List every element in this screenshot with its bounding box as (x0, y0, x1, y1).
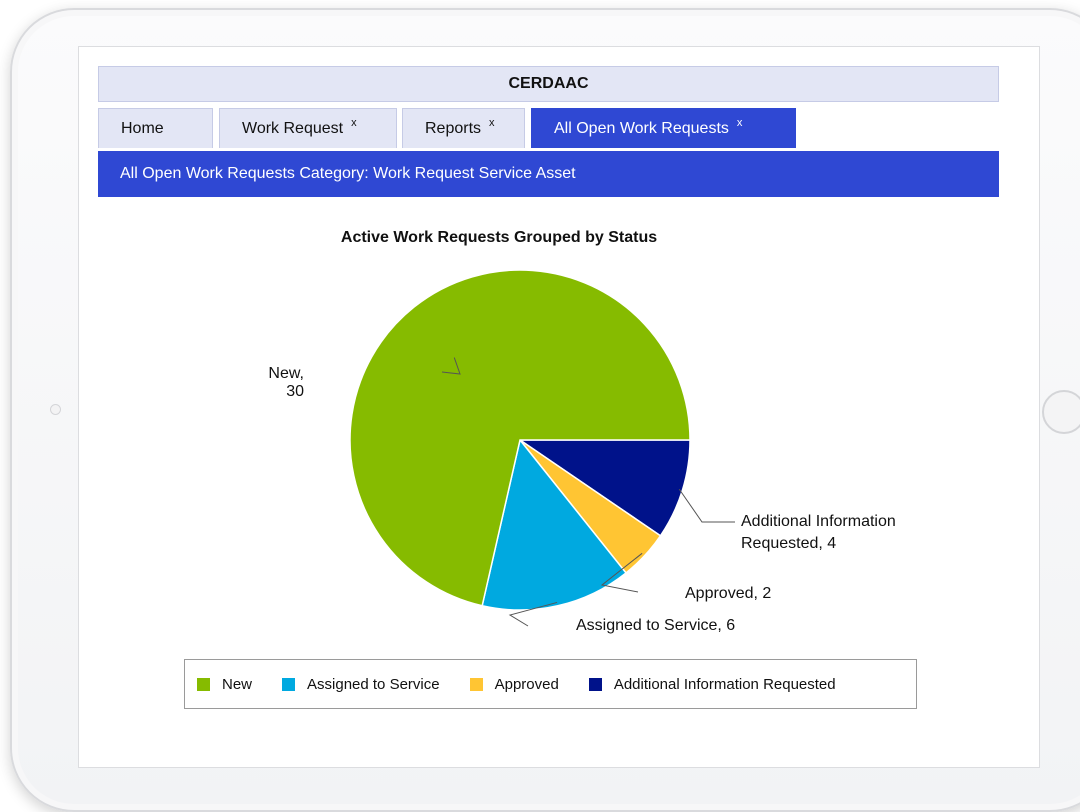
home-button[interactable] (1042, 390, 1080, 434)
data-label: New, 30 (268, 365, 304, 400)
legend-item[interactable]: Assigned to Service (282, 676, 440, 693)
data-label: Additional Information Requested, 4 (741, 513, 896, 552)
chart-legend: New Assigned to Service Approved Additional… (184, 659, 917, 709)
legend-label: Assigned to Service (307, 675, 440, 693)
legend-item[interactable]: New (197, 676, 252, 693)
legend-item[interactable]: Additional Information Requested (588, 675, 836, 693)
legend-label: New (222, 675, 253, 693)
pie-chart: New, 30 Assigned to Service, 6 Approved, 2 A… (268, 269, 896, 634)
legend-label: Additional Information Requested (613, 675, 836, 693)
legend-swatch (282, 677, 296, 691)
legend-swatch (197, 677, 210, 691)
legend-swatch (588, 677, 602, 691)
legend-label: Approved (494, 675, 559, 693)
data-label: Assigned to Service, 6 (576, 617, 735, 634)
camera-dot (50, 404, 61, 415)
legend-swatch (469, 677, 483, 691)
leader-line (678, 488, 735, 523)
data-label: Approved, 2 (685, 585, 771, 602)
screen: CERDAAC Home Work Request x Reports x Al… (78, 46, 1040, 768)
legend-item[interactable]: Approved (469, 675, 559, 693)
